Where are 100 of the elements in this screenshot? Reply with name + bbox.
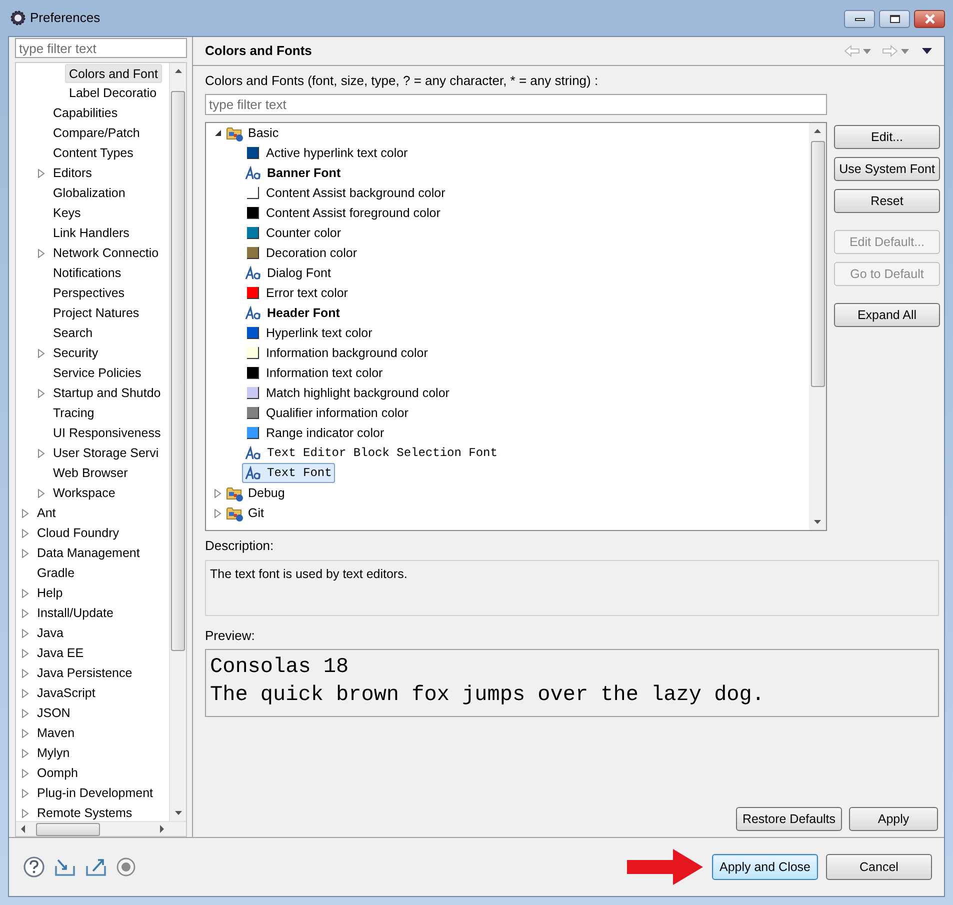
tree-item[interactable]: Tracing xyxy=(49,404,98,422)
filter-field[interactable]: type filter text xyxy=(15,38,187,58)
tree-item[interactable]: Content Assist background color xyxy=(242,183,448,203)
tree-item[interactable]: Information text color xyxy=(242,363,386,383)
collapse-arrow-icon[interactable] xyxy=(214,128,222,138)
side-button[interactable]: Reset xyxy=(834,189,940,213)
tree-item[interactable]: Keys xyxy=(49,204,85,222)
dialog-button[interactable]: Cancel xyxy=(826,854,932,880)
tree-item[interactable]: Java EE xyxy=(33,644,88,662)
tree-item[interactable]: Range indicator color xyxy=(242,423,388,443)
record-icon[interactable] xyxy=(116,857,136,877)
expand-arrow-icon[interactable] xyxy=(38,488,45,498)
close-button[interactable] xyxy=(914,10,945,28)
maximize-button[interactable] xyxy=(879,10,910,28)
dropdown-icon[interactable] xyxy=(863,48,871,54)
expand-arrow-icon[interactable] xyxy=(22,708,29,718)
tree-item[interactable]: Data Management xyxy=(33,544,144,562)
tree-item[interactable]: Gradle xyxy=(33,564,79,582)
side-button[interactable]: Expand All xyxy=(834,303,940,327)
tree-item[interactable]: Cloud Foundry xyxy=(33,524,123,542)
tree-item[interactable]: Java xyxy=(33,624,68,642)
tree-item[interactable]: Ant xyxy=(33,504,60,522)
expand-arrow-icon[interactable] xyxy=(22,608,29,618)
minimize-button[interactable] xyxy=(844,10,875,28)
tree-item[interactable]: Content Types xyxy=(49,144,138,162)
view-menu-icon[interactable] xyxy=(922,48,932,54)
export-icon[interactable] xyxy=(85,857,107,877)
tree-item[interactable]: Install/Update xyxy=(33,604,118,622)
expand-arrow-icon[interactable] xyxy=(38,168,45,178)
expand-arrow-icon[interactable] xyxy=(22,728,29,738)
side-button[interactable]: Edit... xyxy=(834,125,940,149)
tree-item[interactable]: Error text color xyxy=(242,283,351,303)
expand-arrow-icon[interactable] xyxy=(22,528,29,538)
forward-arrow-icon[interactable] xyxy=(882,45,898,57)
tree-item[interactable]: Active hyperlink text color xyxy=(242,143,411,163)
tree-item[interactable]: Mylyn xyxy=(33,744,74,762)
tree-item[interactable]: Debug xyxy=(223,483,288,503)
tree-item[interactable]: Header Font xyxy=(242,303,343,323)
tree-item[interactable]: Startup and Shutdo xyxy=(49,384,165,402)
tree-item[interactable]: Banner Font xyxy=(242,163,344,183)
expand-arrow-icon[interactable] xyxy=(22,548,29,558)
tree-item[interactable]: JavaScript xyxy=(33,684,100,702)
expand-arrow-icon[interactable] xyxy=(38,448,45,458)
tree-item[interactable]: Text Font xyxy=(242,463,335,483)
tree-item[interactable]: Help xyxy=(33,584,67,602)
tree-item[interactable]: Link Handlers xyxy=(49,224,134,242)
apply-button[interactable]: Apply xyxy=(849,807,938,831)
expand-arrow-icon[interactable] xyxy=(22,768,29,778)
tree-item[interactable]: Oomph xyxy=(33,764,82,782)
expand-arrow-icon[interactable] xyxy=(38,388,45,398)
back-arrow-icon[interactable] xyxy=(844,45,860,57)
tree-item[interactable]: Plug-in Development xyxy=(33,784,158,802)
tree-item[interactable]: Search xyxy=(49,324,97,342)
tree-item[interactable]: Service Policies xyxy=(49,364,146,382)
tree-item[interactable]: Text Editor Block Selection Font xyxy=(242,443,500,463)
tree-item[interactable]: Perspectives xyxy=(49,284,129,302)
tree-item[interactable]: Compare/Patch xyxy=(49,124,144,142)
expand-arrow-icon[interactable] xyxy=(38,348,45,358)
tree-item[interactable]: Git xyxy=(223,503,267,523)
expand-arrow-icon[interactable] xyxy=(22,648,29,658)
tree-item[interactable]: Web Browser xyxy=(49,464,132,482)
import-icon[interactable] xyxy=(54,857,76,877)
tree-item[interactable]: Hyperlink text color xyxy=(242,323,376,343)
help-icon[interactable] xyxy=(23,856,45,878)
tree-item[interactable]: Information background color xyxy=(242,343,431,363)
tree-item[interactable]: Project Natures xyxy=(49,304,144,322)
filter-field[interactable]: type filter text xyxy=(205,94,827,115)
expand-arrow-icon[interactable] xyxy=(22,808,29,818)
scrollbar[interactable] xyxy=(169,63,186,821)
tree-item[interactable]: Network Connectio xyxy=(49,244,163,262)
tree-item[interactable]: Maven xyxy=(33,724,79,742)
tree-item[interactable]: Colors and Font xyxy=(65,64,162,82)
dialog-button[interactable]: Apply and Close xyxy=(712,854,818,880)
side-button[interactable]: Use System Font xyxy=(834,157,940,181)
expand-arrow-icon[interactable] xyxy=(214,508,222,518)
tree-item[interactable]: Editors xyxy=(49,164,96,182)
tree-item[interactable]: User Storage Servi xyxy=(49,444,163,462)
expand-arrow-icon[interactable] xyxy=(22,508,29,518)
dropdown-icon[interactable] xyxy=(901,48,909,54)
expand-arrow-icon[interactable] xyxy=(22,748,29,758)
tree-item[interactable]: Content Assist foreground color xyxy=(242,203,444,223)
tree-item[interactable]: UI Responsiveness xyxy=(49,424,165,442)
tree-item[interactable]: Security xyxy=(49,344,102,362)
tree-item[interactable]: Counter color xyxy=(242,223,344,243)
scrollbar[interactable] xyxy=(809,123,826,530)
tree-item[interactable]: Notifications xyxy=(49,264,126,282)
expand-arrow-icon[interactable] xyxy=(22,588,29,598)
expand-arrow-icon[interactable] xyxy=(214,488,222,498)
tree-item[interactable]: Label Decoratio xyxy=(65,84,161,102)
tree-item[interactable]: Remote Systems xyxy=(33,804,136,821)
tree-item[interactable]: Match highlight background color xyxy=(242,383,452,403)
restore-defaults-button[interactable]: Restore Defaults xyxy=(736,807,842,831)
tree-item[interactable]: Java Persistence xyxy=(33,664,136,682)
expand-arrow-icon[interactable] xyxy=(22,688,29,698)
expand-arrow-icon[interactable] xyxy=(22,668,29,678)
horizontal-scrollbar[interactable] xyxy=(16,821,186,836)
tree-item[interactable]: Globalization xyxy=(49,184,130,202)
expand-arrow-icon[interactable] xyxy=(22,788,29,798)
tree-item[interactable]: Capabilities xyxy=(49,104,122,122)
tree-item[interactable]: Dialog Font xyxy=(242,263,334,283)
